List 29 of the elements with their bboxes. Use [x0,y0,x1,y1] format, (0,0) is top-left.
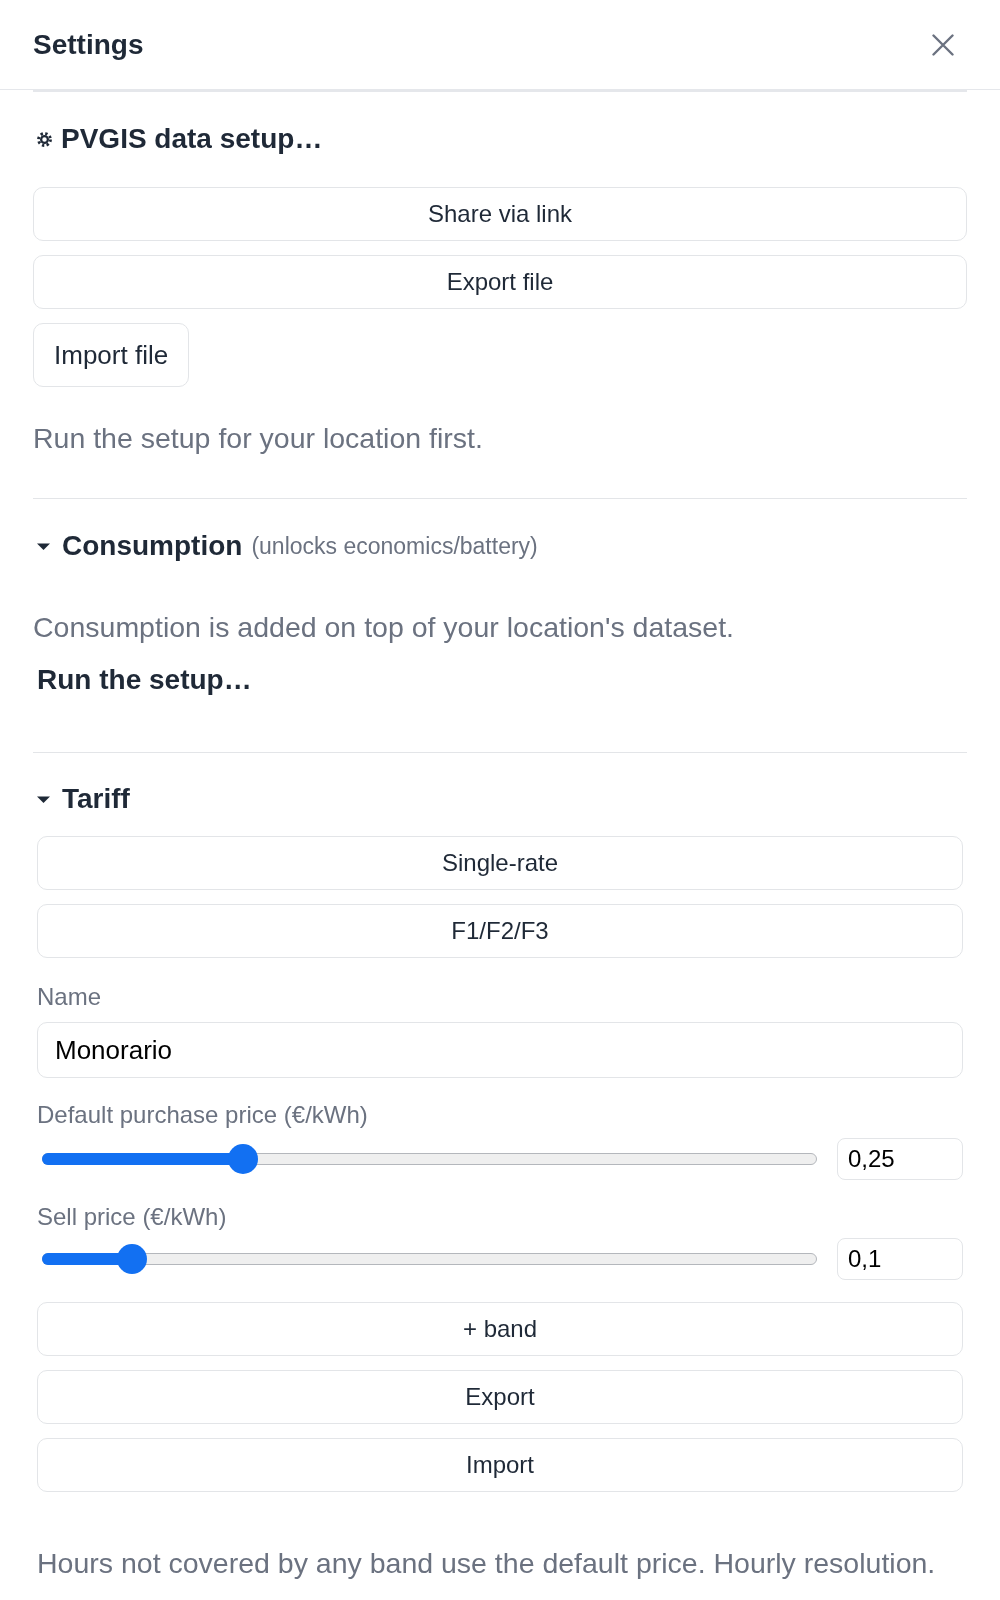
slider-thumb[interactable] [228,1144,259,1174]
info-text: Consumption is added on top of your location's dataset. [33,611,735,643]
gear-icon [37,131,52,147]
export-button[interactable]: Export [37,1370,963,1424]
slider-thumb[interactable] [116,1244,147,1274]
name-field[interactable]: Monorario [37,1022,963,1078]
section-subtitle: (unlocks economics/battery) [251,532,538,560]
price-field[interactable]: 0,25 [837,1138,963,1180]
section-title[interactable]: PVGIS data setup… [61,123,323,155]
single-rate-button[interactable]: Single-rate [37,836,963,890]
field-label: Default purchase price (€/kWh) [37,1101,369,1129]
price-slider[interactable] [42,1244,817,1274]
section-title[interactable]: Tariff [62,783,130,815]
field-label: Name [37,983,103,1011]
price-slider[interactable] [42,1144,817,1174]
hint-text: Run the setup for your location first. [33,422,484,454]
dialog-title: Settings [33,27,144,62]
multi-band-button[interactable]: F1/F2/F3 [37,904,963,958]
section-title[interactable]: Consumption [62,530,243,562]
field-label: Sell price (€/kWh) [37,1203,228,1231]
close-icon[interactable] [932,33,954,56]
footnote-text: Hours not covered by any band use the default price. Hourly resolution. [37,1547,937,1579]
run-setup-link[interactable]: Run the setup… [37,664,252,696]
add-band-button[interactable]: + band [37,1302,963,1356]
export-file-button[interactable]: Export file [33,255,967,309]
import-button[interactable]: Import [37,1438,963,1492]
import-file-button[interactable]: Import file [33,323,190,387]
share-link-button[interactable]: Share via link [33,187,967,241]
price-field[interactable]: 0,1 [837,1238,963,1280]
